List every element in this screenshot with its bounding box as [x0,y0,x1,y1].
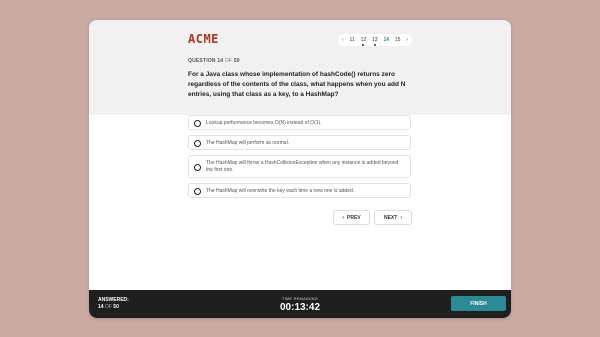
quiz-card: ACME ‹ 11 12 13 14 15 › QUESTION 14 OF 5… [89,20,511,318]
answered-dot [362,44,365,46]
question-text: For a Java class whose implementation of… [188,71,406,98]
pager-page-12[interactable]: 12 [361,37,366,46]
question-pager: ‹ 11 12 13 14 15 › [338,34,412,46]
status-bar: ANSWERED: 14 OF 50 TIME REMAINING 00:13:… [89,290,511,318]
answered-dot [373,44,376,46]
pager-next-icon[interactable]: › [406,37,408,43]
pager-prev-icon[interactable]: ‹ [342,37,344,43]
answer-option-2[interactable]: The HashMap will perform as normal. [188,135,411,150]
chevron-left-icon: ‹ [342,214,345,221]
answer-option-3[interactable]: The HashMap will throw a HashCollisionEx… [188,155,411,178]
question-number-label: QUESTION 14 OF 50 [188,58,240,64]
timer-label: TIME REMAINING [281,296,319,301]
pager-page-13[interactable]: 13 [372,37,378,46]
finish-button[interactable]: FINISH [451,296,506,311]
answer-option-4[interactable]: The HashMap will overwrite the key each … [188,183,411,198]
pager-page-15[interactable]: 15 [395,37,401,43]
chevron-right-icon: › [400,214,402,221]
pager-page-14[interactable]: 14 [383,37,389,43]
question-header: ACME ‹ 11 12 13 14 15 › QUESTION 14 OF 5… [89,20,511,115]
radio-icon[interactable] [194,164,201,171]
pager-page-11[interactable]: 11 [350,37,355,43]
answer-option-1[interactable]: Lookup performance becomes O(N) instead … [188,115,411,130]
radio-icon[interactable] [194,140,201,147]
prev-button[interactable]: ‹ PREV [333,210,370,225]
radio-icon[interactable] [194,188,201,195]
next-button[interactable]: NEXT › [374,210,412,225]
radio-icon[interactable] [194,120,201,127]
acme-logo: ACME [188,32,219,46]
time-remaining: 00:13:42 [279,302,321,313]
